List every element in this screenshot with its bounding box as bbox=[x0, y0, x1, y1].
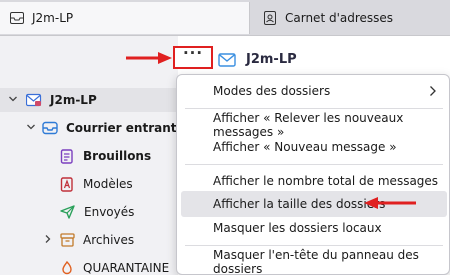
menu-item-label: Afficher la taille des dossiers bbox=[213, 197, 386, 211]
menu-item-label: Masquer l'en-tête du panneau des dossier… bbox=[213, 248, 419, 275]
mail-icon bbox=[218, 52, 236, 67]
account-mail-icon bbox=[26, 93, 42, 107]
annotation-arrow-icon bbox=[126, 52, 172, 64]
quarantine-icon bbox=[62, 261, 72, 275]
drafts-icon bbox=[60, 148, 73, 164]
folder-inbox[interactable]: Courrier entrant bbox=[26, 119, 177, 137]
more-options-icon: ··· bbox=[182, 44, 204, 62]
annotation-arrow-icon bbox=[364, 197, 416, 209]
folder-templates[interactable]: Modèles bbox=[60, 175, 133, 193]
tab-address-book[interactable]: Carnet d'adresses bbox=[251, 2, 450, 34]
folder-archives[interactable]: Archives bbox=[43, 231, 134, 249]
address-book-icon bbox=[264, 11, 276, 25]
menu-item-label: Afficher le nombre total de messages bbox=[213, 174, 439, 188]
menu-item-label: Afficher « Nouveau message » bbox=[213, 140, 397, 154]
menu-separator bbox=[185, 108, 443, 109]
folder-label: Courrier entrant bbox=[66, 121, 177, 135]
archives-icon bbox=[60, 233, 75, 247]
menu-item-hide-local-folders[interactable]: Masquer les dossiers locaux bbox=[181, 215, 447, 241]
chevron-down-icon[interactable] bbox=[26, 122, 38, 135]
mail-window-icon bbox=[10, 12, 24, 24]
folder-label: Archives bbox=[83, 233, 135, 247]
tab-mail[interactable]: J2m-LP bbox=[0, 2, 250, 34]
account-row[interactable]: J2m-LP bbox=[0, 88, 178, 112]
folder-label: QUARANTAINE bbox=[83, 261, 170, 275]
inbox-icon bbox=[42, 121, 58, 135]
right-account-header: J2m-LP bbox=[218, 52, 297, 67]
menu-item-label: Masquer les dossiers locaux bbox=[213, 221, 382, 235]
tab-label: Carnet d'adresses bbox=[285, 11, 394, 25]
folder-quarantine[interactable]: QUARANTAINE bbox=[60, 259, 169, 275]
folder-label: Brouillons bbox=[83, 149, 152, 163]
chevron-right-icon bbox=[430, 86, 436, 96]
folder-sent[interactable]: Envoyés bbox=[60, 203, 134, 221]
menu-separator bbox=[185, 245, 443, 246]
menu-item-label: Modes des dossiers bbox=[213, 84, 331, 98]
chevron-down-icon[interactable] bbox=[8, 94, 20, 107]
right-account-label: J2m-LP bbox=[246, 52, 297, 67]
tab-bar: J2m-LP Carnet d'adresses bbox=[0, 0, 450, 36]
menu-item-hide-pane-header[interactable]: Masquer l'en-tête du panneau des dossier… bbox=[181, 248, 447, 275]
tab-label: J2m-LP bbox=[32, 11, 74, 25]
folder-drafts[interactable]: Brouillons bbox=[60, 147, 151, 165]
folder-label: Modèles bbox=[83, 177, 133, 191]
folder-label: Envoyés bbox=[84, 205, 135, 219]
folder-pane-options-menu: Modes des dossiers Afficher « Relever le… bbox=[176, 74, 450, 275]
folder-pane-options-button[interactable]: ··· bbox=[173, 46, 213, 69]
menu-item-show-new-message[interactable]: Afficher « Nouveau message » bbox=[181, 134, 447, 160]
templates-icon bbox=[60, 176, 73, 192]
account-label: J2m-LP bbox=[50, 93, 97, 107]
sent-icon bbox=[60, 205, 75, 219]
menu-separator bbox=[185, 164, 443, 165]
menu-item-folder-modes[interactable]: Modes des dossiers bbox=[181, 78, 447, 104]
chevron-right-icon[interactable] bbox=[43, 234, 55, 247]
